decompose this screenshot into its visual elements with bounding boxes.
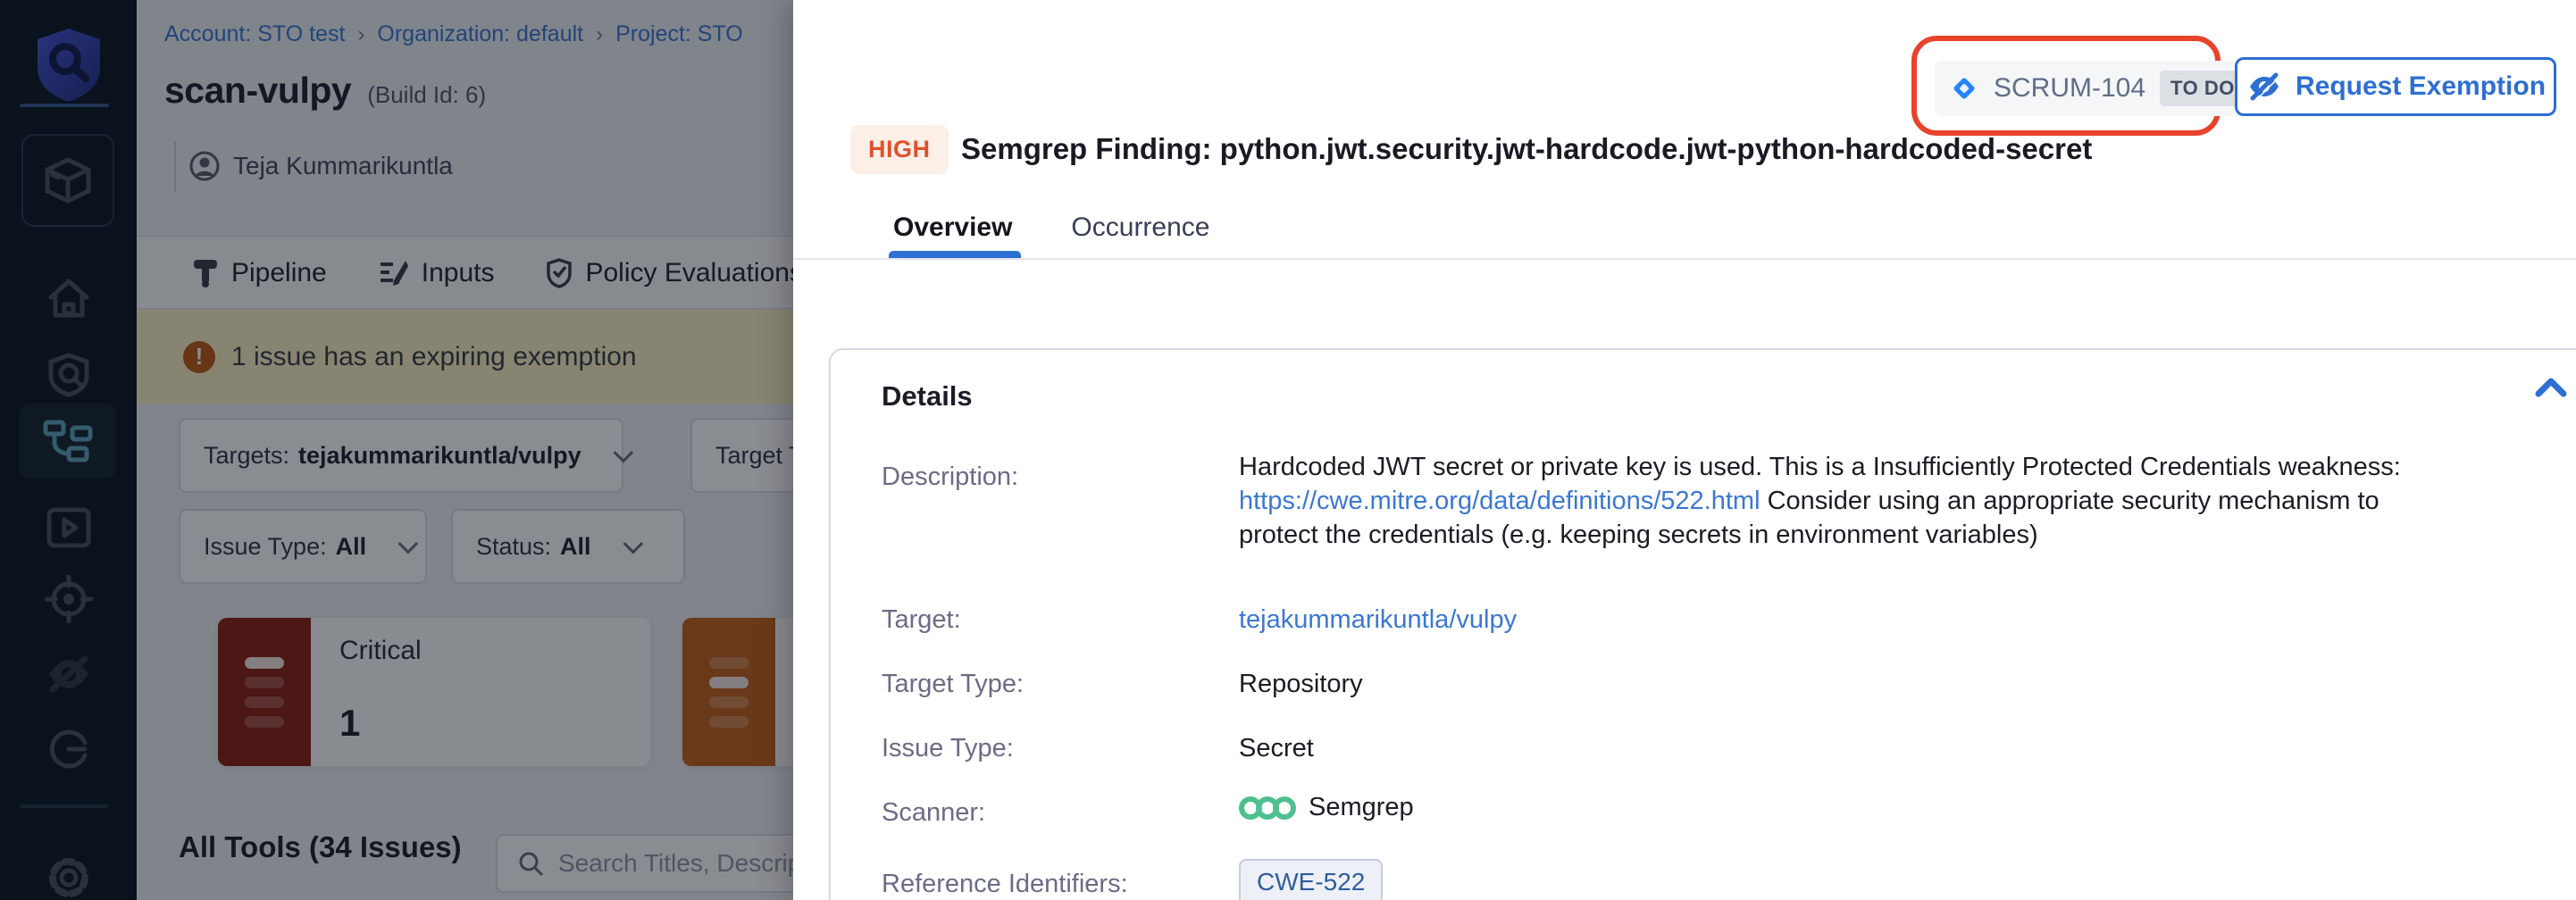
scanner-value-row: Semgrep xyxy=(1239,793,1414,822)
scanner-label: Scanner: xyxy=(882,798,985,828)
details-card: Details Description: Hardcoded JWT secre… xyxy=(829,348,2576,900)
jira-icon xyxy=(1949,73,1979,104)
severity-badge-high: HIGH xyxy=(850,125,949,174)
ticket-status-badge: TO DO xyxy=(2160,71,2246,106)
request-exemption-label: Request Exemption xyxy=(2296,71,2546,102)
finding-title: Semgrep Finding: python.jwt.security.jwt… xyxy=(961,132,2092,166)
description-text-before: Hardcoded JWT secret or private key is u… xyxy=(1239,453,2401,481)
semgrep-logo-icon xyxy=(1239,794,1296,822)
target-type-label: Target Type: xyxy=(882,670,1024,699)
request-exemption-button[interactable]: Request Exemption xyxy=(2235,57,2556,116)
target-type-value: Repository xyxy=(1239,670,1363,699)
eye-off-icon xyxy=(2246,71,2283,103)
chevron-up-icon xyxy=(2535,375,2567,398)
cwe-definition-link[interactable]: https://cwe.mitre.org/data/definitions/5… xyxy=(1239,487,1761,515)
reference-identifiers-value: CWE-522 xyxy=(1239,859,1383,900)
reference-identifiers-label: Reference Identifiers: xyxy=(882,870,1128,899)
details-heading: Details xyxy=(882,380,973,412)
issue-type-label: Issue Type: xyxy=(882,734,1014,763)
app-root: Account: STO test › Organization: defaul… xyxy=(0,0,2576,900)
scanner-name: Semgrep xyxy=(1309,793,1414,822)
finding-tabs: Overview Occurrence xyxy=(893,212,1209,243)
tab-overview[interactable]: Overview xyxy=(893,212,1012,243)
tabs-divider xyxy=(793,258,2576,260)
finding-detail-drawer: SCRUM-104 TO DO Request Exemption HIGH S… xyxy=(793,0,2576,900)
target-label: Target: xyxy=(882,605,961,635)
tab-occurrence[interactable]: Occurrence xyxy=(1071,212,1209,243)
drawer-backdrop[interactable] xyxy=(0,0,793,900)
issue-type-value: Secret xyxy=(1239,734,1314,763)
description-label: Description: xyxy=(882,462,1018,492)
cwe-badge[interactable]: CWE-522 xyxy=(1239,859,1383,900)
ticket-id: SCRUM-104 xyxy=(1994,73,2145,104)
target-link[interactable]: tejakummarikuntla/vulpy xyxy=(1239,605,1517,635)
jira-ticket-chip[interactable]: SCRUM-104 TO DO xyxy=(1935,61,2260,116)
collapse-section-button[interactable] xyxy=(2535,375,2567,403)
description-value: Hardcoded JWT secret or private key is u… xyxy=(1239,450,2463,552)
